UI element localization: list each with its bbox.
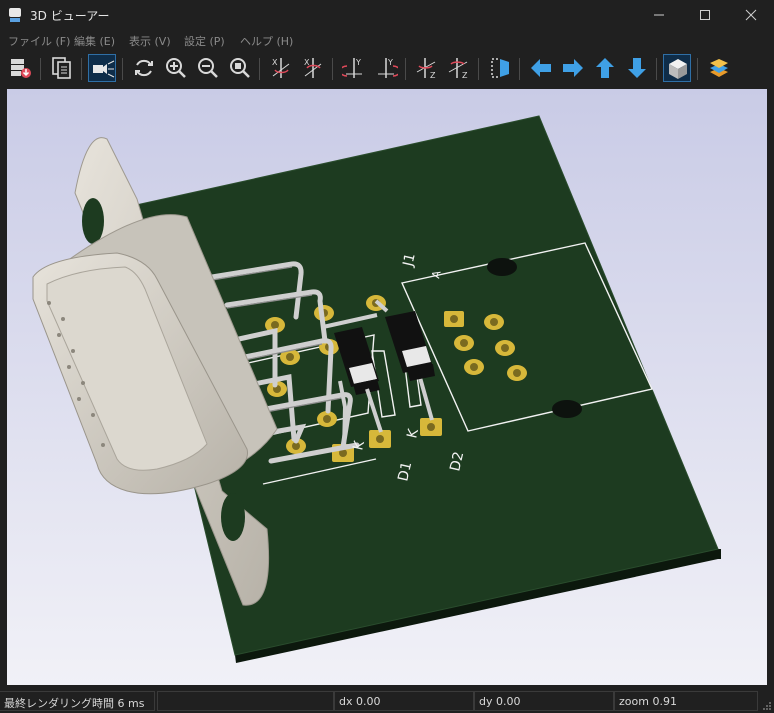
copy-image-button[interactable] xyxy=(48,54,76,82)
reload-board-button[interactable] xyxy=(6,54,34,82)
zoom-fit-icon xyxy=(230,58,250,78)
move-down-button[interactable] xyxy=(623,54,651,82)
maximize-button[interactable] xyxy=(682,0,728,30)
rotate-y-ccw-button[interactable]: Y xyxy=(372,54,400,82)
ortho-view-icon xyxy=(669,59,687,79)
maximize-icon xyxy=(700,10,710,20)
zoom-in-icon xyxy=(166,58,186,78)
dy-status: dy 0.00 xyxy=(474,691,614,711)
minimize-button[interactable] xyxy=(636,0,682,30)
zoom-out-button[interactable] xyxy=(194,54,222,82)
menu-bar: ファイル (F) 編集 (E) 表示 (V) 設定 (P) ヘルプ (H) xyxy=(0,30,774,50)
layers-button[interactable] xyxy=(705,54,733,82)
raytracing-icon xyxy=(93,60,115,78)
3d-viewport[interactable]: J1 D1 D2 K K A xyxy=(7,89,767,685)
status-bar: 最終レンダリング時間 6 ms dx 0.00 dy 0.00 zoom 0.9… xyxy=(0,690,774,713)
rotate-z-cw-button[interactable]: Z xyxy=(413,54,441,82)
rotate-y-cw-button[interactable]: Y xyxy=(340,54,368,82)
mounting-hole xyxy=(487,258,517,276)
menu-preferences[interactable]: 設定 (P) xyxy=(184,33,225,49)
copy-image-icon xyxy=(52,57,71,79)
resize-grip-icon[interactable] xyxy=(762,701,772,711)
3d-scene: J1 D1 D2 K K A xyxy=(7,89,767,685)
ortho-view-toggle[interactable] xyxy=(663,54,691,82)
toolbar-separator xyxy=(259,58,260,80)
flip-view-icon xyxy=(491,58,509,78)
zoom-in-button[interactable] xyxy=(162,54,190,82)
mounting-hole xyxy=(552,400,582,418)
toolbar-separator xyxy=(81,58,82,80)
svg-text:Y: Y xyxy=(355,58,361,67)
rotate-z-ccw-button[interactable]: Z xyxy=(445,54,473,82)
layers-icon xyxy=(710,59,728,77)
rotate-x-cw-button[interactable]: X xyxy=(267,54,295,82)
flip-view-button[interactable] xyxy=(486,54,514,82)
dx-status: dx 0.00 xyxy=(334,691,474,711)
toolbar-separator xyxy=(405,58,406,80)
refresh-icon xyxy=(135,59,153,77)
toolbar-separator xyxy=(656,58,657,80)
move-left-icon xyxy=(531,59,551,77)
rotate-y-cw-icon: Y xyxy=(342,58,362,78)
toolbar-separator xyxy=(122,58,123,80)
menu-help[interactable]: ヘルプ (H) xyxy=(240,33,293,49)
move-up-button[interactable] xyxy=(591,54,619,82)
zoom-fit-button[interactable] xyxy=(226,54,254,82)
toolbar-separator xyxy=(697,58,698,80)
move-down-icon xyxy=(628,58,646,78)
svg-text:Z: Z xyxy=(462,71,468,80)
move-left-button[interactable] xyxy=(527,54,555,82)
rotate-x-ccw-button[interactable]: X xyxy=(299,54,327,82)
toolbar-separator xyxy=(40,58,41,80)
toolbar: X X Y Y Z Z xyxy=(0,50,774,88)
window-title: 3D ビューアー xyxy=(30,9,110,23)
rotate-z-ccw-icon: Z xyxy=(448,58,468,80)
status-empty-cell xyxy=(157,691,334,711)
move-right-button[interactable] xyxy=(559,54,587,82)
refresh-button[interactable] xyxy=(130,54,158,82)
reload-board-icon xyxy=(11,59,31,78)
zoom-status: zoom 0.91 xyxy=(614,691,758,711)
rotate-x-ccw-icon: X xyxy=(304,58,322,78)
rotate-x-cw-icon: X xyxy=(272,58,290,78)
toolbar-separator xyxy=(332,58,333,80)
raytracing-toggle[interactable] xyxy=(88,54,116,82)
svg-text:Z: Z xyxy=(430,71,436,80)
svg-text:Y: Y xyxy=(387,58,393,67)
render-time-status: 最終レンダリング時間 6 ms xyxy=(0,691,155,711)
move-right-icon xyxy=(563,59,583,77)
zoom-out-icon xyxy=(198,58,218,78)
close-icon xyxy=(745,9,757,21)
move-up-icon xyxy=(596,58,614,78)
toolbar-separator xyxy=(519,58,520,80)
rotate-z-cw-icon: Z xyxy=(416,58,436,80)
rotate-y-ccw-icon: Y xyxy=(378,58,398,78)
svg-text:X: X xyxy=(272,58,278,67)
minimize-icon xyxy=(654,14,664,16)
close-button[interactable] xyxy=(728,0,774,30)
toolbar-separator xyxy=(478,58,479,80)
menu-file[interactable]: ファイル (F) xyxy=(8,33,70,49)
menu-view[interactable]: 表示 (V) xyxy=(129,33,171,49)
app-icon xyxy=(9,8,21,22)
title-bar: 3D ビューアー xyxy=(0,0,774,30)
menu-edit[interactable]: 編集 (E) xyxy=(74,33,115,49)
